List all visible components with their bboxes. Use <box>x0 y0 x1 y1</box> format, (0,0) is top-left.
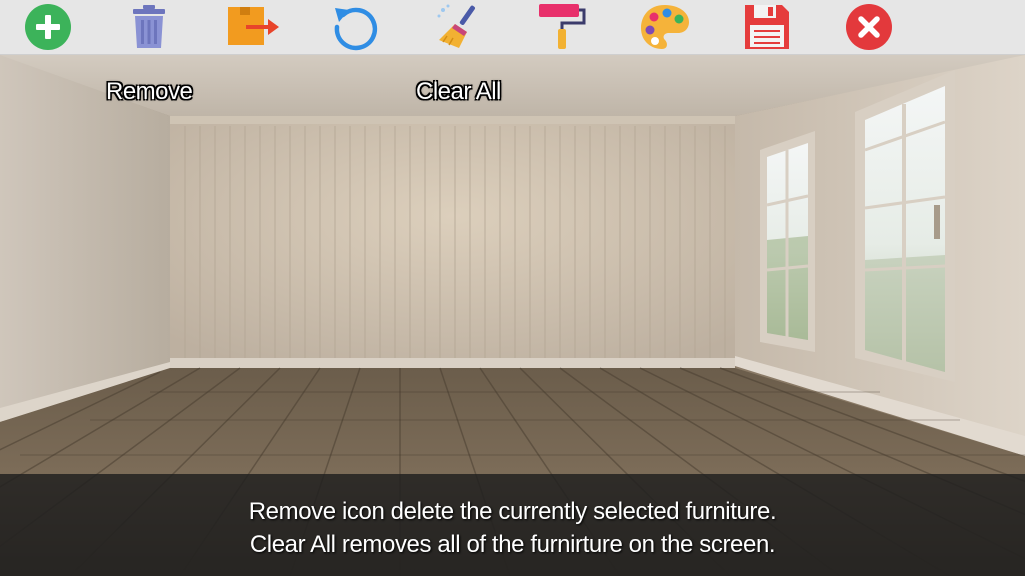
palette-button[interactable] <box>638 2 692 52</box>
trash-icon <box>133 5 165 48</box>
remove-tooltip: Remove <box>106 78 193 105</box>
export-icon <box>228 7 279 45</box>
help-caption: Remove icon delete the currently selecte… <box>0 474 1025 576</box>
window-right <box>855 70 955 382</box>
window-left <box>760 131 815 352</box>
close-icon <box>846 4 892 50</box>
add-icon <box>25 4 71 50</box>
toolbar <box>0 0 1025 55</box>
clear-all-button[interactable] <box>433 2 487 52</box>
floppy-disk-icon <box>745 5 789 49</box>
paint-roller-icon <box>539 4 586 49</box>
remove-button[interactable] <box>122 2 176 52</box>
paint-roller-button[interactable] <box>535 2 589 52</box>
save-button[interactable] <box>740 2 794 52</box>
caption-line-1: Remove icon delete the currently selecte… <box>248 498 777 525</box>
palette-icon <box>641 5 689 49</box>
close-button[interactable] <box>842 2 896 52</box>
add-button[interactable] <box>21 2 75 52</box>
undo-button[interactable] <box>329 2 383 52</box>
clear-all-tooltip: Clear All <box>416 78 501 105</box>
export-button[interactable] <box>226 2 280 52</box>
broom-icon <box>437 4 475 48</box>
caption-line-2: Clear All removes all of the furnirture … <box>249 531 776 558</box>
undo-icon <box>334 7 378 51</box>
